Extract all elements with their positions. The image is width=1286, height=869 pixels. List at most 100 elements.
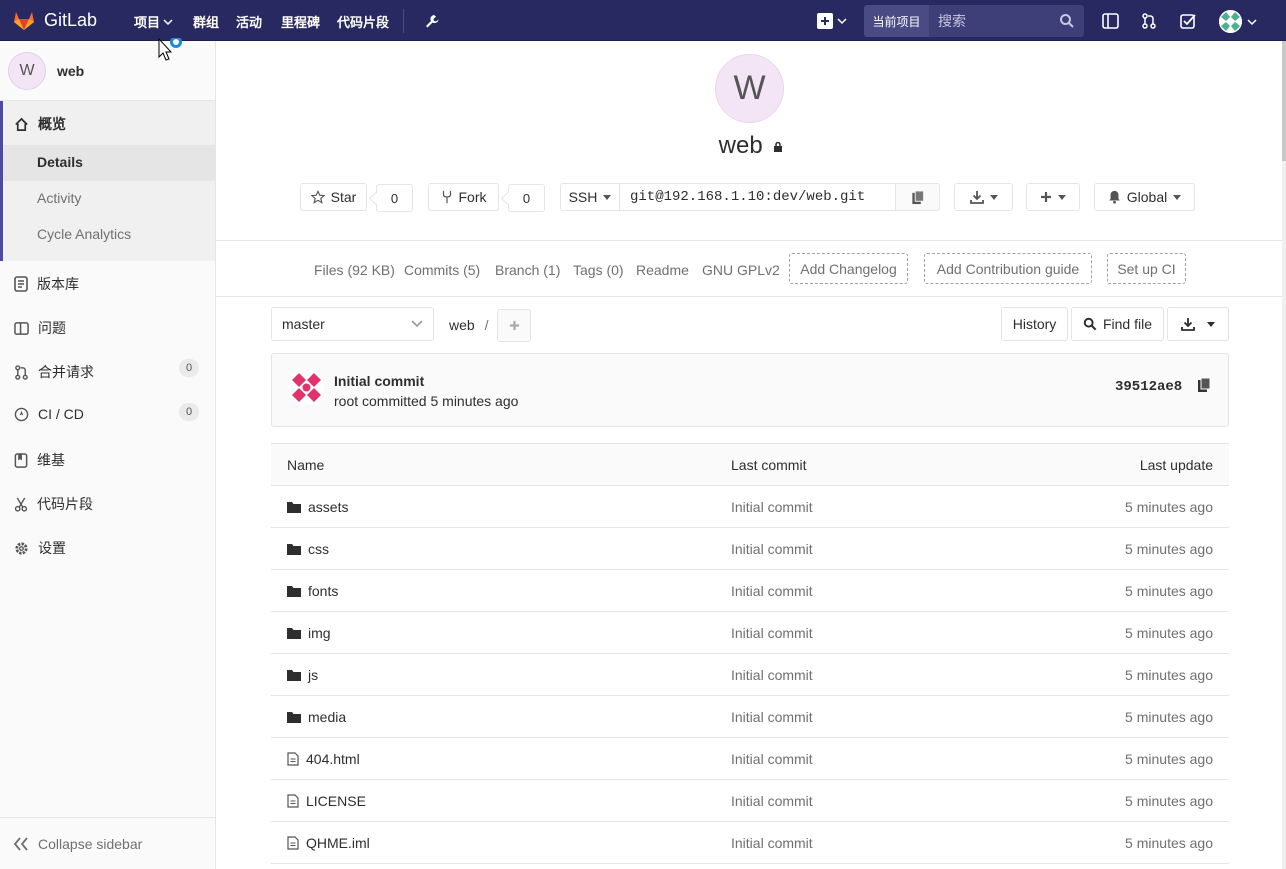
file-name-cell[interactable]: js [287,667,318,683]
branch-select-dropdown[interactable]: master [271,307,434,341]
download-archive-dropdown[interactable] [1167,307,1229,341]
table-row[interactable]: media Initial commit 5 minutes ago [271,696,1229,738]
file-last-commit[interactable]: Initial commit [731,667,813,683]
file-name-cell[interactable]: LICENSE [287,793,366,809]
file-name[interactable]: media [308,709,346,725]
search-icon [1083,317,1097,331]
admin-wrench-icon[interactable] [422,11,442,31]
file-name[interactable]: img [308,625,331,641]
search-icon[interactable] [1059,13,1075,29]
commit-sha[interactable]: 39512ae8 [1115,379,1182,395]
file-name-cell[interactable]: 404.html [287,751,360,767]
clone-protocol-dropdown[interactable]: SSH [560,183,620,211]
table-row[interactable]: QHME.iml Initial commit 5 minutes ago [271,822,1229,864]
page-scrollbar-thumb[interactable] [1282,41,1286,161]
divider [216,240,1286,241]
new-dropdown[interactable] [815,11,849,31]
search-scope-badge[interactable]: 当前项目 [864,5,929,37]
sidebar-item-issues[interactable]: 问题 [14,318,66,338]
page-scrollbar[interactable] [1282,41,1286,869]
merge-request-nav-icon[interactable] [1139,11,1159,31]
todos-check-icon[interactable] [1178,11,1198,31]
file-last-commit[interactable]: Initial commit [731,499,813,515]
file-name[interactable]: fonts [308,583,338,599]
stat-commits[interactable]: Commits (5) [404,262,480,278]
file-name-cell[interactable]: media [287,709,346,725]
breadcrumb-root[interactable]: web [449,317,475,333]
file-name-cell[interactable]: assets [287,499,348,515]
file-name[interactable]: 404.html [306,751,360,767]
sidebar-subitem-activity[interactable]: Activity [37,190,81,206]
sidebar-item-overview[interactable]: 概览 [14,114,66,134]
project-title: web [216,132,1286,160]
rocket-icon [14,407,29,421]
table-row[interactable]: assets Initial commit 5 minutes ago [271,486,1229,528]
fork-button[interactable]: Fork [428,183,499,211]
stat-license[interactable]: GNU GPLv2 [702,262,780,278]
file-name[interactable]: LICENSE [306,793,366,809]
sidebar-item-repository[interactable]: 版本库 [14,274,79,294]
table-row[interactable]: LICENSE Initial commit 5 minutes ago [271,780,1229,822]
file-name[interactable]: assets [308,499,348,515]
add-changelog-button[interactable]: Add Changelog [789,253,908,284]
sidebar-subitem-cycle-analytics[interactable]: Cycle Analytics [37,226,131,242]
file-name[interactable]: QHME.iml [306,835,370,851]
download-dropdown[interactable] [954,183,1013,211]
history-button[interactable]: History [1001,307,1068,341]
stat-branch[interactable]: Branch (1) [495,262,560,278]
nav-projects[interactable]: 项目 [134,12,173,31]
file-name-cell[interactable]: QHME.iml [287,835,370,851]
file-last-commit[interactable]: Initial commit [731,709,813,725]
file-name-cell[interactable]: img [287,625,331,641]
table-row[interactable]: fonts Initial commit 5 minutes ago [271,570,1229,612]
star-button[interactable]: Star [300,183,367,211]
double-chevron-left-icon [13,836,28,851]
stat-readme[interactable]: Readme [636,262,689,278]
user-avatar[interactable] [1219,10,1242,33]
table-row[interactable]: 404.html Initial commit 5 minutes ago [271,738,1229,780]
file-last-commit[interactable]: Initial commit [731,583,813,599]
sidebar-subitem-details[interactable]: Details [37,154,83,170]
collapse-sidebar-button[interactable]: Collapse sidebar [0,817,215,869]
star-count[interactable]: 0 [376,184,413,212]
copy-url-button[interactable] [895,183,940,211]
commit-title[interactable]: Initial commit [334,373,424,389]
add-new-dropdown[interactable] [1026,183,1080,211]
fork-count[interactable]: 0 [508,184,545,212]
nav-groups[interactable]: 群组 [193,12,219,31]
clone-url-input[interactable] [620,183,895,211]
notification-dropdown[interactable]: Global [1094,183,1195,211]
table-row[interactable]: css Initial commit 5 minutes ago [271,528,1229,570]
table-row[interactable]: img Initial commit 5 minutes ago [271,612,1229,654]
file-name-cell[interactable]: css [287,541,329,557]
sidebar-item-settings[interactable]: 设置 [14,538,66,558]
nav-activity[interactable]: 活动 [236,12,262,31]
sidebar-toggle-icon[interactable] [1100,11,1120,31]
file-name[interactable]: js [308,667,318,683]
sidebar-item-ci-cd[interactable]: CI / CD [14,406,84,422]
file-last-commit[interactable]: Initial commit [731,541,813,557]
file-last-commit[interactable]: Initial commit [731,625,813,641]
file-name[interactable]: css [308,541,329,557]
file-name-cell[interactable]: fonts [287,583,338,599]
file-last-commit[interactable]: Initial commit [731,835,813,851]
stat-files[interactable]: Files (92 KB) [314,262,395,278]
setup-ci-button[interactable]: Set up CI [1107,253,1186,284]
search-input[interactable] [929,5,1049,37]
add-contribution-guide-button[interactable]: Add Contribution guide [924,253,1092,284]
table-row[interactable]: js Initial commit 5 minutes ago [271,654,1229,696]
copy-sha-icon[interactable] [1197,377,1211,393]
sidebar-item-merge-requests[interactable]: 合并请求 [14,362,94,382]
stat-tags[interactable]: Tags (0) [573,262,624,278]
caret-down-icon [989,194,998,200]
nav-snippets[interactable]: 代码片段 [337,12,389,31]
nav-milestones[interactable]: 里程碑 [281,12,320,31]
gitlab-logo-link[interactable]: GitLab [12,8,97,32]
sidebar-item-wiki[interactable]: 维基 [14,450,65,470]
commit-author-avatar[interactable] [289,370,324,405]
file-last-commit[interactable]: Initial commit [731,793,813,809]
add-to-tree-button[interactable] [497,309,531,342]
sidebar-item-snippets[interactable]: 代码片段 [14,494,93,514]
file-last-commit[interactable]: Initial commit [731,751,813,767]
find-file-button[interactable]: Find file [1071,307,1164,341]
